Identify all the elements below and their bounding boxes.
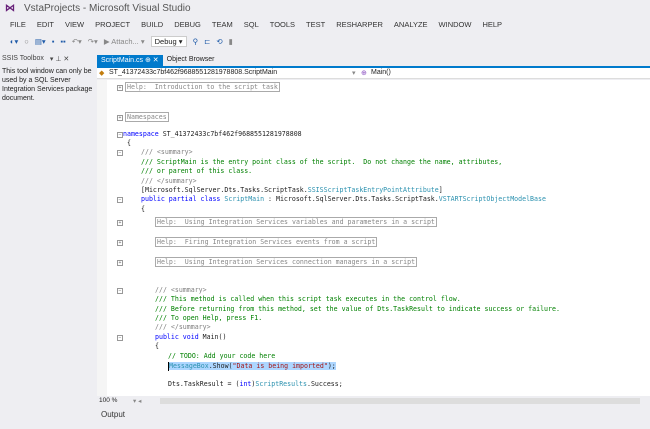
code-line: // TODO: Add your code here [168, 352, 276, 360]
code-line: { [141, 205, 145, 213]
menu-build[interactable]: BUILD [141, 20, 163, 29]
scroll-left-icon[interactable]: ▾ ◂ [133, 397, 141, 405]
collapsed-region[interactable]: Namespaces [125, 112, 169, 122]
menu-bar: FILE EDIT VIEW PROJECT BUILD DEBUG TEAM … [10, 20, 502, 29]
code-line: { [155, 342, 159, 350]
expand-icon[interactable]: + [117, 240, 123, 246]
menu-help[interactable]: HELP [482, 20, 502, 29]
menu-window[interactable]: WINDOW [439, 20, 472, 29]
configuration-dropdown[interactable]: Debug ▾ [150, 36, 187, 47]
bookmark-icon[interactable]: ▮ [229, 37, 233, 46]
toolbar: ◐▾ ○ ▤▾ ▪ ▪▪ ↶▾ ↷▾ ▶ Attach... ▾ Debug ▾… [10, 36, 233, 47]
ssis-toolbox-message: This tool window can only be used by a S… [2, 68, 93, 102]
collapse-icon[interactable]: − [117, 150, 123, 156]
menu-view[interactable]: VIEW [65, 20, 84, 29]
selected-code-line[interactable]: MessageBox.Show("Data is being imported"… [168, 362, 336, 371]
editor-gutter [97, 80, 107, 396]
expand-icon[interactable]: + [117, 85, 123, 91]
ssis-toolbox-header: SSIS Toolbox ▾ ⊥ ✕ [0, 55, 95, 67]
redo-icon[interactable]: ↷▾ [88, 37, 98, 46]
method-icon: ⊕ [361, 70, 367, 77]
collapse-icon[interactable]: − [117, 335, 123, 341]
collapsed-region[interactable]: Help: Using Integration Services variabl… [155, 217, 437, 227]
code-line: /// This method is called when this scri… [155, 295, 461, 303]
code-line: { [127, 139, 131, 147]
window-title: VstaProjects - Microsoft Visual Studio [24, 3, 191, 14]
forward-icon[interactable]: ○ [24, 37, 29, 46]
menu-analyze[interactable]: ANALYZE [394, 20, 428, 29]
zoom-level-dropdown[interactable]: 100 % [99, 397, 117, 404]
code-line: /// <summary> [141, 148, 193, 156]
code-line: /// To open Help, press F1. [155, 314, 263, 322]
code-line: public void Main() [155, 333, 227, 341]
menu-edit[interactable]: EDIT [37, 20, 54, 29]
code-line: Dts.TaskResult = (int)ScriptResults.Succ… [168, 380, 343, 388]
class-dropdown[interactable]: ST_41372433c7bf462f9688551281978808.Scri… [109, 69, 277, 76]
menu-sql[interactable]: SQL [244, 20, 259, 29]
navigation-bar: ◆ ST_41372433c7bf462f9688551281978808.Sc… [97, 68, 650, 79]
layout-icon[interactable]: ⊏ [204, 37, 210, 46]
menu-team[interactable]: TEAM [212, 20, 233, 29]
expand-icon[interactable]: + [117, 260, 123, 266]
collapsed-region[interactable]: Help: Introduction to the script task [125, 82, 280, 92]
menu-resharper[interactable]: RESHARPER [336, 20, 383, 29]
member-dropdown[interactable]: Main() [371, 69, 391, 76]
horizontal-scrollbar[interactable] [160, 398, 640, 404]
menu-tools[interactable]: TOOLS [270, 20, 295, 29]
code-line: /// </summary> [155, 323, 211, 331]
collapsed-region[interactable]: Help: Firing Integration Services events… [155, 237, 378, 247]
ssis-toolbox-title: SSIS Toolbox [2, 55, 44, 62]
menu-project[interactable]: PROJECT [95, 20, 130, 29]
collapsed-region[interactable]: Help: Using Integration Services connect… [155, 257, 418, 267]
collapse-icon[interactable]: − [117, 197, 123, 203]
expand-icon[interactable]: + [117, 115, 123, 121]
back-icon[interactable]: ◐▾ [10, 37, 18, 46]
class-icon: ◆ [99, 70, 105, 77]
chevron-down-icon[interactable]: ▾ [352, 69, 356, 77]
menu-file[interactable]: FILE [10, 20, 26, 29]
code-line: /// Before returning from this method, s… [155, 305, 560, 313]
code-line: namespace ST_41372433c7bf462f96885512819… [123, 130, 302, 138]
code-line: /// ScriptMain is the entry point class … [141, 158, 503, 166]
output-title: Output [101, 410, 126, 419]
code-line: /// or parent of this class. [141, 167, 253, 175]
code-line: [Microsoft.SqlServer.Dts.Tasks.ScriptTas… [141, 186, 443, 194]
collapse-icon[interactable]: − [117, 288, 123, 294]
output-panel: Output [97, 410, 650, 429]
menu-test[interactable]: TEST [306, 20, 325, 29]
new-project-icon[interactable]: ▤▾ [35, 37, 46, 46]
find-icon[interactable]: ⚲ [193, 37, 199, 46]
expand-icon[interactable]: + [117, 220, 123, 226]
panel-controls[interactable]: ▾ ⊥ ✕ [50, 55, 69, 67]
undo-icon[interactable]: ↶▾ [72, 37, 82, 46]
attach-button[interactable]: ▶ Attach... ▾ [104, 37, 145, 46]
code-line: /// <summary> [155, 286, 207, 294]
breakpoint-icon[interactable]: ⟲ [216, 37, 222, 46]
save-icon[interactable]: ▪ [52, 37, 55, 46]
menu-debug[interactable]: DEBUG [174, 20, 201, 29]
code-line: /// </summary> [141, 177, 197, 185]
code-line: public partial class ScriptMain : Micros… [141, 195, 546, 203]
save-all-icon[interactable]: ▪▪ [60, 37, 65, 46]
visual-studio-logo-icon: ⋈ [5, 3, 15, 14]
